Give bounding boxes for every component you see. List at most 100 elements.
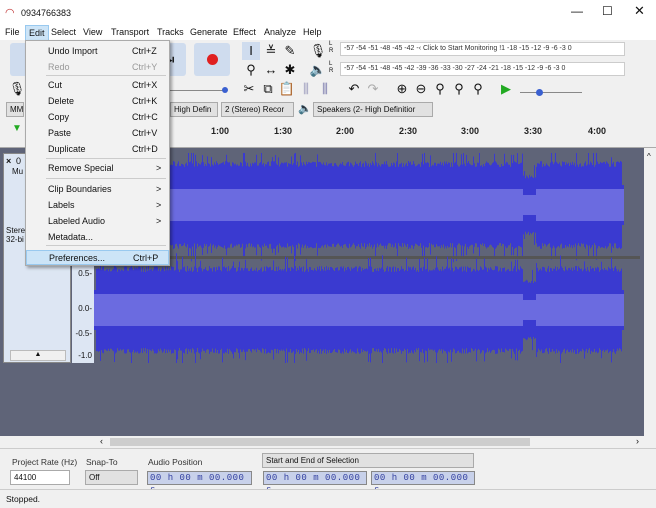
menu-separator (46, 158, 166, 159)
menu-item-preferences[interactable]: Preferences... Ctrl+P (26, 250, 169, 265)
silence-icon[interactable]: ⫼ (316, 80, 334, 98)
menu-item-delete[interactable]: Delete Ctrl+K (26, 94, 169, 109)
selection-toolbar: Project Rate (Hz) 44100 Snap-To Off Audi… (0, 448, 656, 495)
status-bar: Stopped. (0, 489, 656, 508)
selection-mode-select[interactable]: Start and End of Selection (262, 453, 474, 468)
snap-to-label: Snap-To (86, 457, 118, 467)
menu-item-metadata[interactable]: Metadata... (26, 230, 169, 245)
slider-thumb[interactable] (222, 87, 228, 93)
zoom-tool-icon[interactable]: ⚲ (242, 61, 260, 79)
cut-icon[interactable]: ✂ (240, 80, 258, 98)
zoom-out-icon[interactable]: ⊖ (412, 80, 430, 98)
undo-icon[interactable]: ↶ (345, 80, 363, 98)
play-at-speed-icon[interactable]: ▶ (497, 80, 515, 98)
menu-bar: File Edit Select View Transport Tracks G… (0, 25, 656, 41)
close-icon[interactable]: ✕ (634, 3, 645, 19)
fit-project-icon[interactable]: ⚲ (450, 80, 468, 98)
horizontal-scrollbar[interactable]: ‹ › (0, 436, 656, 448)
waveform-channel-1 (94, 153, 624, 263)
microphone-icon: 🎙 (8, 81, 26, 96)
selection-end-field[interactable]: 00 h 00 m 00.000 s (371, 471, 475, 495)
timeline-tick: 2:30 (399, 126, 418, 136)
envelope-tool-icon[interactable]: ≚ (262, 42, 280, 60)
window-title: 0934766383 (21, 8, 72, 18)
track-name[interactable]: 0 (16, 156, 21, 166)
menu-help[interactable]: Help (303, 27, 322, 37)
track-close-icon[interactable]: × (6, 156, 11, 166)
playback-device-select[interactable]: Speakers (2- High Definitior (313, 102, 433, 117)
timeline-tick: 1:30 (274, 126, 293, 136)
waveform-channel-2 (94, 253, 624, 363)
audio-position-field[interactable]: 00 h 00 m 00.000 s (147, 471, 252, 495)
menu-item-duplicate[interactable]: Duplicate Ctrl+D (26, 142, 169, 157)
selection-tool-icon[interactable]: I (242, 42, 260, 60)
waveform-rms (94, 189, 624, 221)
menu-item-paste[interactable]: Paste Ctrl+V (26, 126, 169, 141)
recording-volume-slider[interactable] (170, 90, 225, 91)
paste-icon[interactable]: 📋 (278, 80, 296, 98)
zoom-toggle-icon[interactable]: ⚲ (469, 80, 487, 98)
minimize-icon[interactable]: — (571, 4, 583, 18)
mute-button[interactable]: Mu (12, 167, 23, 176)
vertical-ruler: 0.5- 0.0- -0.5- -1.0 (72, 257, 94, 363)
headphones-icon: ◠ (5, 7, 15, 19)
menu-tracks[interactable]: Tracks (157, 27, 184, 37)
menu-item-cut[interactable]: Cut Ctrl+X (26, 78, 169, 93)
menu-file[interactable]: File (5, 27, 20, 37)
copy-icon[interactable]: ⧉ (259, 80, 277, 98)
menu-item-labels[interactable]: Labels > (26, 198, 169, 213)
menu-item-labeled-audio[interactable]: Labeled Audio > (26, 214, 169, 229)
timeshift-tool-icon[interactable]: ↔ (262, 61, 280, 79)
timeline-tick: 2:00 (336, 126, 355, 136)
waveform-rms (94, 294, 624, 326)
record-meter[interactable]: -57 -54 -51 -48 -45 -42 -‹ Click to Star… (340, 42, 625, 56)
selection-start-field[interactable]: 00 h 00 m 00.000 s (263, 471, 367, 495)
menu-separator (46, 75, 166, 76)
waveform[interactable] (94, 153, 640, 363)
timeline-tick: 3:00 (461, 126, 480, 136)
edit-menu-dropdown: Undo Import Ctrl+Z Redo Ctrl+Y Cut Ctrl+X Dele… (25, 40, 170, 266)
playback-meter[interactable]: -57 -54 -51 -48 -45 -42 -39 -36 -33 -30 … (340, 62, 625, 76)
scroll-left-icon[interactable]: ‹ (100, 436, 103, 446)
menu-item-clip-boundaries[interactable]: Clip Boundaries > (26, 182, 169, 197)
maximize-icon[interactable]: ☐ (602, 4, 613, 18)
menu-item-redo[interactable]: Redo Ctrl+Y (26, 60, 169, 75)
collapse-track-button[interactable]: ▲ (10, 350, 66, 361)
menu-effect[interactable]: Effect (233, 27, 256, 37)
menu-item-remove-special[interactable]: Remove Special > (26, 161, 169, 176)
scroll-right-icon[interactable]: › (636, 436, 639, 446)
menu-analyze[interactable]: Analyze (264, 27, 296, 37)
menu-view[interactable]: View (83, 27, 102, 37)
scroll-thumb[interactable] (110, 438, 530, 446)
menu-edit[interactable]: Edit (25, 25, 49, 41)
record-button[interactable] (194, 43, 230, 76)
fit-selection-icon[interactable]: ⚲ (431, 80, 449, 98)
redo-icon[interactable]: ↷ (364, 80, 382, 98)
pin-icon[interactable]: ▼ (12, 123, 22, 134)
track-info: Stere 32-bi (6, 226, 26, 244)
host-select[interactable]: MME (6, 102, 24, 117)
draw-tool-icon[interactable]: ✎ (281, 42, 299, 60)
timeline-tick: 3:30 (524, 126, 543, 136)
menu-generate[interactable]: Generate (190, 27, 228, 37)
trim-icon[interactable]: ⫼ (297, 80, 315, 98)
meter-lr-label: LR (329, 61, 334, 74)
vertical-scrollbar[interactable]: ^ (644, 148, 656, 436)
menu-item-undo-import[interactable]: Undo Import Ctrl+Z (26, 44, 169, 59)
play-speed-slider[interactable] (520, 92, 582, 93)
slider-thumb[interactable] (536, 89, 543, 96)
recording-device-select[interactable]: High Defin (170, 102, 218, 117)
menu-item-copy[interactable]: Copy Ctrl+C (26, 110, 169, 125)
channels-select[interactable]: 2 (Stereo) Recor (221, 102, 294, 117)
menu-select[interactable]: Select (51, 27, 76, 37)
multi-tool-icon[interactable]: ✱ (281, 61, 299, 79)
speaker-icon: 🔈 (298, 103, 312, 115)
status-text: Stopped. (6, 494, 41, 504)
zoom-in-icon[interactable]: ⊕ (393, 80, 411, 98)
audio-position-label: Audio Position (148, 457, 203, 467)
project-rate-select[interactable]: 44100 (10, 470, 70, 485)
snap-to-select[interactable]: Off (85, 470, 138, 485)
menu-transport[interactable]: Transport (111, 27, 149, 37)
record-icon (206, 54, 218, 65)
title-bar: ◠ 0934766383 — ☐ ✕ (0, 0, 656, 25)
